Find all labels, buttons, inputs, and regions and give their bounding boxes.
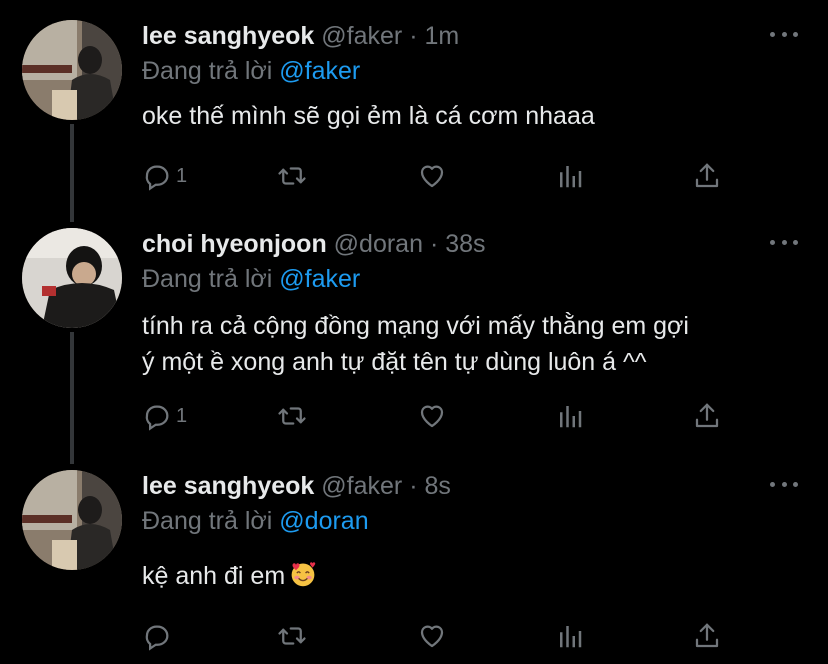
reply-count: 1	[176, 164, 188, 187]
share-icon	[695, 163, 719, 188]
separator-dot: ·	[429, 230, 439, 258]
retweet-button[interactable]	[277, 398, 307, 434]
tweet-header: lee sanghyeok @faker · 8s	[142, 470, 451, 502]
user-handle[interactable]: @faker	[321, 472, 402, 500]
reply-icon	[145, 405, 169, 431]
user-handle[interactable]: @doran	[334, 230, 423, 258]
display-name[interactable]: choi hyeonjoon	[142, 230, 327, 258]
tweet[interactable]: choi hyeonjoon @doran · 38s Đang trả lời…	[0, 208, 828, 468]
tweet-header: lee sanghyeok @faker · 1m	[142, 20, 459, 52]
tweet[interactable]: lee sanghyeok @faker · 8s Đang trả lời @…	[0, 450, 828, 664]
retweet-button[interactable]	[277, 618, 307, 654]
display-name[interactable]: lee sanghyeok	[142, 472, 314, 500]
like-button[interactable]	[417, 158, 447, 194]
avatar-photo-faker	[22, 470, 122, 570]
tweet-text: tính ra cả cộng đồng mạng với mấy thằng …	[142, 308, 802, 380]
tweet-text: oke thế mình sẽ gọi ẻm là cá cơm nhaaa	[142, 98, 802, 134]
analytics-icon	[560, 406, 582, 428]
analytics-icon	[560, 626, 582, 648]
replying-to: Đang trả lời @faker	[142, 263, 360, 295]
analytics-button[interactable]	[555, 158, 585, 194]
reply-button[interactable]	[142, 618, 176, 654]
avatar[interactable]	[22, 470, 122, 570]
tweet-text-line: oke thế mình sẽ gọi ẻm là cá cơm nhaaa	[142, 102, 595, 130]
tweet-header: choi hyeonjoon @doran · 38s	[142, 228, 486, 260]
tweet-actions	[142, 618, 742, 654]
like-button[interactable]	[417, 398, 447, 434]
reply-icon	[145, 625, 169, 651]
analytics-icon	[560, 166, 582, 188]
mention-link[interactable]: @doran	[279, 507, 368, 535]
user-handle[interactable]: @faker	[321, 22, 402, 50]
more-icon[interactable]	[770, 232, 798, 252]
avatar-photo-faker	[22, 20, 122, 120]
tweet-text-line: tính ra cả cộng đồng mạng với mấy thằng …	[142, 312, 689, 340]
share-button[interactable]	[692, 158, 722, 194]
replying-to: Đang trả lời @faker	[142, 55, 360, 87]
avatar[interactable]	[22, 20, 122, 120]
share-icon	[695, 623, 719, 648]
replying-prefix: Đang trả lời	[142, 57, 273, 85]
tweet-text: kệ anh đi em	[142, 558, 802, 594]
more-icon[interactable]	[770, 474, 798, 494]
reply-count: 1	[176, 404, 188, 427]
more-icon[interactable]	[770, 24, 798, 44]
tweet-text-line: ý một ề xong anh tự đặt tên tự dùng luôn…	[142, 348, 647, 376]
replying-prefix: Đang trả lời	[142, 265, 273, 293]
share-button[interactable]	[692, 398, 722, 434]
replying-to: Đang trả lời @doran	[142, 505, 369, 537]
retweet-icon	[278, 407, 306, 425]
analytics-button[interactable]	[555, 618, 585, 654]
avatar[interactable]	[22, 228, 122, 328]
tweet-actions: 1	[142, 398, 742, 434]
tweet-actions: 1	[142, 158, 742, 194]
retweet-icon	[278, 167, 306, 185]
reply-icon	[145, 165, 169, 191]
timestamp[interactable]: 8s	[424, 472, 450, 500]
share-icon	[695, 403, 719, 428]
display-name[interactable]: lee sanghyeok	[142, 22, 314, 50]
tweet-text-line: kệ anh đi em	[142, 562, 286, 590]
timestamp[interactable]: 1m	[424, 22, 459, 50]
separator-dot: ·	[409, 472, 418, 500]
reply-button[interactable]: 1	[142, 158, 187, 194]
like-icon	[420, 625, 444, 648]
replying-prefix: Đang trả lời	[142, 507, 273, 535]
tweet[interactable]: lee sanghyeok @faker · 1m Đang trả lời @…	[0, 0, 828, 220]
mention-link[interactable]: @faker	[279, 265, 360, 293]
retweet-icon	[278, 627, 306, 645]
separator-dot: ·	[409, 22, 418, 50]
reply-button[interactable]: 1	[142, 398, 187, 434]
smiling-face-with-hearts-emoji	[291, 562, 316, 587]
mention-link[interactable]: @faker	[279, 57, 360, 85]
like-button[interactable]	[417, 618, 447, 654]
share-button[interactable]	[692, 618, 722, 654]
retweet-button[interactable]	[277, 158, 307, 194]
like-icon	[420, 165, 444, 188]
timestamp[interactable]: 38s	[445, 230, 485, 258]
avatar-photo-doran	[22, 228, 122, 328]
like-icon	[420, 405, 444, 428]
analytics-button[interactable]	[555, 398, 585, 434]
